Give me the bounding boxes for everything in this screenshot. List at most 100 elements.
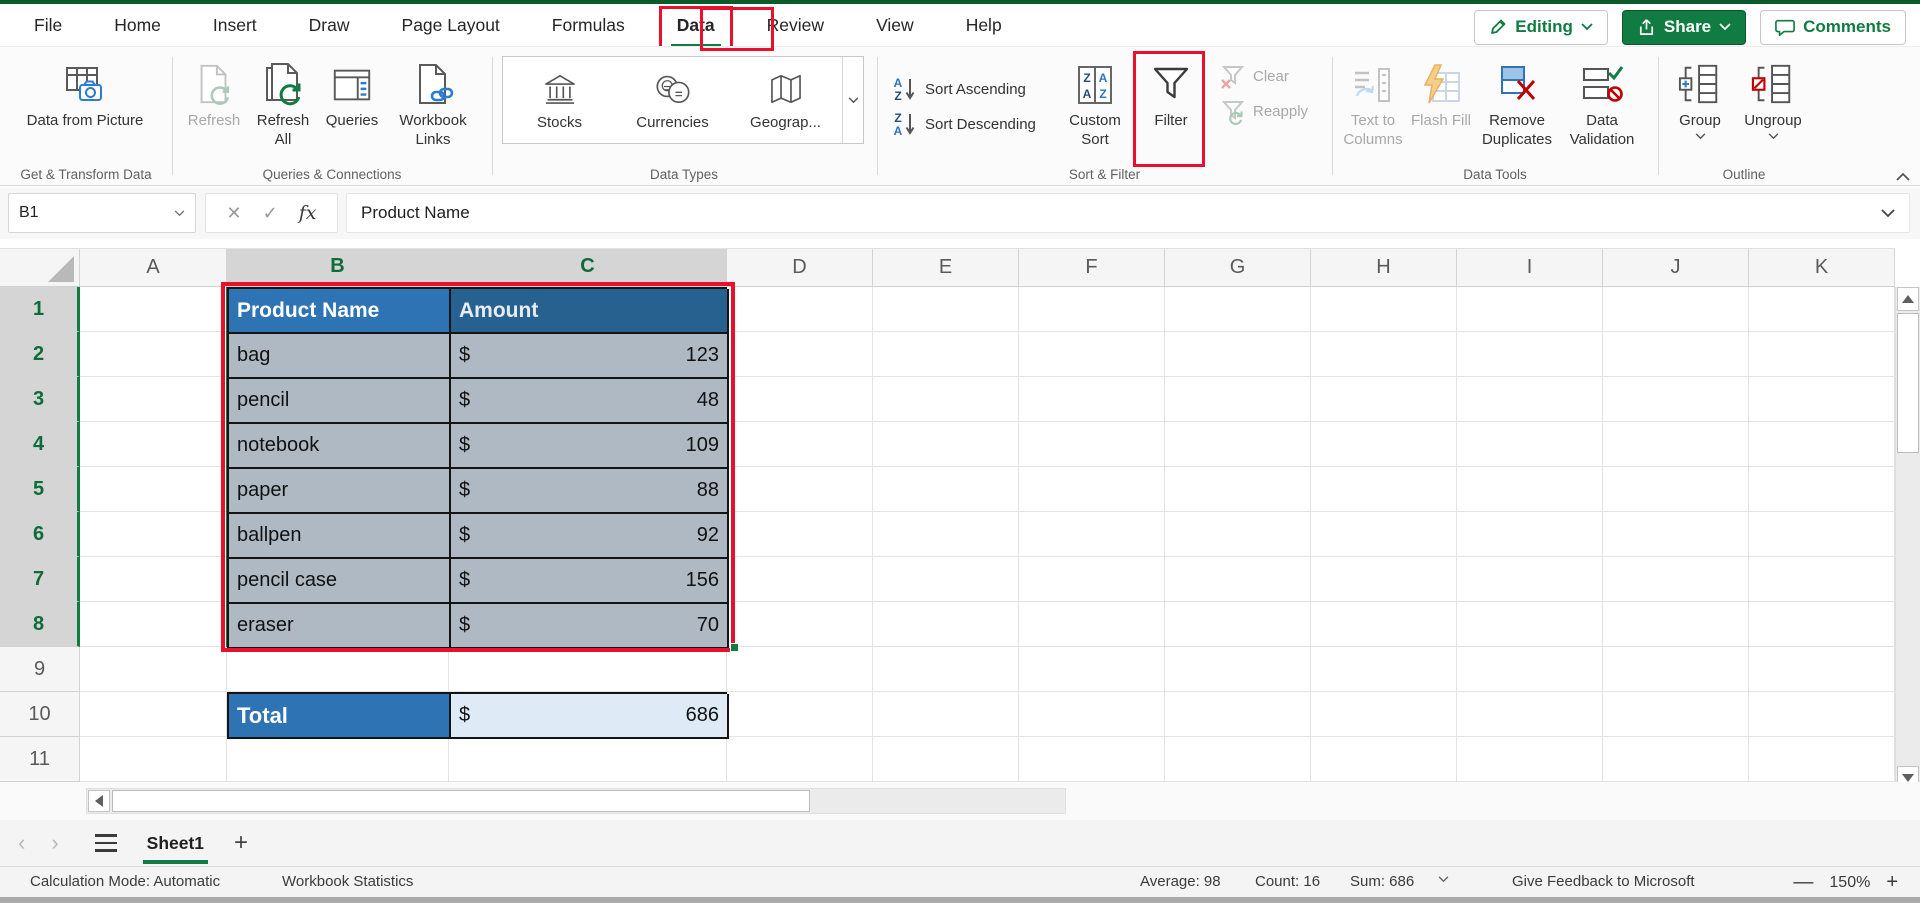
status-average[interactable]: Average: 98: [1140, 873, 1221, 890]
remove-duplicates-button[interactable]: Remove Duplicates: [1474, 55, 1560, 149]
refresh-all-button[interactable]: Refresh All: [248, 55, 318, 149]
editing-mode-button[interactable]: Editing: [1474, 10, 1608, 45]
total-amount-cell[interactable]: $ 686: [451, 694, 729, 739]
reapply-filter-button[interactable]: Reapply: [1218, 97, 1308, 125]
product-name-cell[interactable]: notebook: [229, 424, 451, 469]
column-header-h[interactable]: H: [1311, 249, 1457, 286]
status-count[interactable]: Count: 16: [1255, 873, 1320, 890]
group-button[interactable]: Group: [1666, 55, 1734, 140]
row-header-6[interactable]: 6: [0, 512, 80, 557]
column-header-a[interactable]: A: [80, 249, 227, 286]
column-header-d[interactable]: D: [727, 249, 873, 286]
amount-cell[interactable]: $48: [451, 379, 729, 424]
column-header-g[interactable]: G: [1165, 249, 1311, 286]
sheet-list-menu-icon[interactable]: [95, 834, 117, 852]
scroll-left-button[interactable]: [88, 790, 110, 812]
custom-sort-button[interactable]: ZAAZ Custom Sort: [1058, 55, 1132, 149]
scroll-up-button[interactable]: [1897, 287, 1919, 311]
column-header-e[interactable]: E: [873, 249, 1019, 286]
cancel-formula-icon[interactable]: ✕: [227, 203, 242, 224]
workbook-statistics-button[interactable]: Workbook Statistics: [282, 873, 413, 890]
menu-tab-review[interactable]: Review: [763, 9, 828, 42]
collapse-ribbon-button[interactable]: [1896, 172, 1910, 181]
sheet-tab-sheet1[interactable]: Sheet1: [143, 823, 208, 864]
row-header-5[interactable]: 5: [0, 467, 80, 512]
feedback-link[interactable]: Give Feedback to Microsoft: [1512, 873, 1695, 890]
total-label-cell[interactable]: Total: [229, 694, 451, 739]
product-name-cell[interactable]: bag: [229, 334, 451, 379]
insert-function-icon[interactable]: fx: [299, 202, 317, 224]
column-header-c[interactable]: C: [449, 249, 727, 286]
workbook-links-button[interactable]: Workbook Links: [386, 55, 480, 149]
menu-tab-page-layout[interactable]: Page Layout: [398, 9, 504, 42]
zoom-out-icon[interactable]: —: [1793, 871, 1813, 894]
column-header-b[interactable]: B: [227, 249, 449, 286]
menu-tab-formulas[interactable]: Formulas: [548, 9, 629, 42]
row-header-9[interactable]: 9: [0, 647, 80, 692]
horizontal-scrollbar-thumb[interactable]: [112, 790, 810, 812]
column-header-k[interactable]: K: [1749, 249, 1895, 286]
amount-cell[interactable]: $123: [451, 334, 729, 379]
menu-tab-help[interactable]: Help: [962, 9, 1006, 42]
queries-button[interactable]: Queries: [320, 55, 384, 130]
product-name-cell[interactable]: paper: [229, 469, 451, 514]
data-from-picture-button[interactable]: Data from Picture: [18, 55, 152, 130]
column-header-j[interactable]: J: [1603, 249, 1749, 286]
row-header-4[interactable]: 4: [0, 422, 80, 467]
row-header-2[interactable]: 2: [0, 332, 80, 377]
header-cell-product-name[interactable]: Product Name: [229, 289, 451, 334]
ungroup-button[interactable]: Ungroup: [1736, 55, 1810, 140]
next-sheet-icon[interactable]: ›: [51, 830, 58, 856]
row-header-10[interactable]: 10: [0, 692, 80, 737]
menu-tab-insert[interactable]: Insert: [209, 9, 261, 42]
cells-area[interactable]: Product NameAmountbag$123pencil$48notebo…: [80, 287, 1895, 782]
zoom-in-icon[interactable]: +: [1886, 871, 1898, 894]
vertical-scrollbar-thumb[interactable]: [1897, 313, 1919, 453]
sort-ascending-button[interactable]: AZ Sort Ascending: [890, 75, 1026, 103]
header-cell-amount[interactable]: Amount: [451, 289, 729, 334]
row-header-1[interactable]: 1: [0, 287, 80, 332]
row-header-8[interactable]: 8: [0, 602, 80, 647]
amount-cell[interactable]: $92: [451, 514, 729, 559]
aggregate-options-icon[interactable]: [1438, 876, 1449, 883]
menu-tab-view[interactable]: View: [872, 9, 918, 42]
product-name-cell[interactable]: pencil case: [229, 559, 451, 604]
previous-sheet-icon[interactable]: ‹: [18, 830, 25, 856]
data-type-stocks[interactable]: Stocks: [503, 57, 616, 143]
row-header-3[interactable]: 3: [0, 377, 80, 422]
amount-cell[interactable]: $109: [451, 424, 729, 469]
data-validation-button[interactable]: Data Validation: [1562, 55, 1642, 149]
amount-cell[interactable]: $70: [451, 604, 729, 649]
amount-cell[interactable]: $88: [451, 469, 729, 514]
text-to-columns-button[interactable]: Text to Columns: [1338, 55, 1408, 149]
row-header-7[interactable]: 7: [0, 557, 80, 602]
data-types-more-button[interactable]: [842, 57, 863, 143]
comments-button[interactable]: Comments: [1760, 10, 1906, 45]
data-type-currencies[interactable]: Currencies: [616, 57, 729, 143]
flash-fill-button[interactable]: Flash Fill: [1410, 55, 1472, 130]
formula-input[interactable]: Product Name: [346, 193, 1910, 233]
status-sum[interactable]: Sum: 686: [1350, 873, 1414, 890]
fill-handle[interactable]: [730, 643, 739, 652]
expand-formula-bar-icon[interactable]: [1881, 209, 1895, 218]
column-header-f[interactable]: F: [1019, 249, 1165, 286]
data-type-geography[interactable]: Geograp...: [729, 57, 842, 143]
refresh-button[interactable]: Refresh: [182, 55, 246, 130]
product-name-cell[interactable]: eraser: [229, 604, 451, 649]
clear-filter-button[interactable]: Clear: [1218, 62, 1289, 90]
name-box[interactable]: B1: [8, 193, 196, 233]
menu-tab-file[interactable]: File: [30, 9, 66, 42]
confirm-formula-icon[interactable]: ✓: [263, 203, 278, 224]
filter-button[interactable]: Filter: [1140, 55, 1202, 130]
menu-tab-data[interactable]: Data: [673, 9, 719, 42]
product-name-cell[interactable]: pencil: [229, 379, 451, 424]
menu-tab-home[interactable]: Home: [110, 9, 165, 42]
select-all-button[interactable]: [0, 249, 80, 286]
row-header-11[interactable]: 11: [0, 737, 80, 782]
column-header-i[interactable]: I: [1457, 249, 1603, 286]
calculation-mode-status[interactable]: Calculation Mode: Automatic: [30, 873, 220, 890]
sort-descending-button[interactable]: ZA Sort Descending: [890, 110, 1036, 138]
horizontal-scrollbar[interactable]: [86, 788, 1066, 814]
vertical-scrollbar[interactable]: [1895, 287, 1920, 790]
add-sheet-icon[interactable]: +: [234, 829, 248, 857]
